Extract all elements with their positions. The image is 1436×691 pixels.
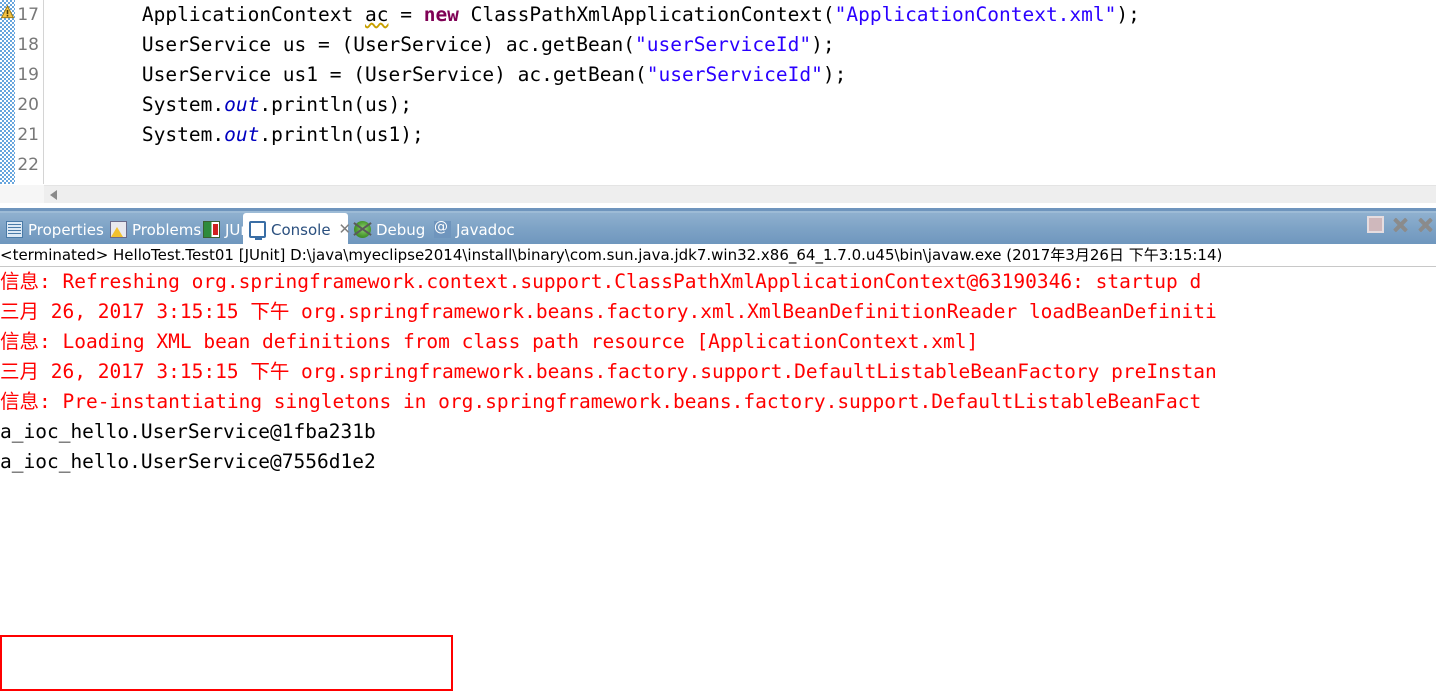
console-icon (249, 221, 266, 240)
tab-javadoc[interactable]: Javadoc (428, 213, 520, 246)
console-line: 信息: Refreshing org.springframework.conte… (0, 270, 1202, 293)
warning-marker-icon[interactable] (1, 5, 14, 19)
line-number: 21 (17, 125, 39, 145)
code-token: ApplicationContext (48, 3, 365, 26)
line-number: 19 (17, 65, 39, 85)
view-toolbar (1367, 216, 1434, 233)
tab-label: Javadoc (456, 220, 515, 239)
junit-icon (203, 221, 220, 238)
code-token: System. (48, 123, 225, 146)
code-line[interactable]: System.out.println(us1); (44, 120, 1436, 150)
problems-icon (110, 221, 127, 238)
tab-label: Properties (28, 220, 104, 239)
code-line[interactable] (44, 150, 1436, 180)
code-token: ); (822, 63, 847, 86)
highlight-annotation-box (0, 635, 453, 691)
tab-label: Problems (132, 220, 202, 239)
close-view-button[interactable] (1417, 216, 1434, 233)
bottom-view-panel: PropertiesProblemsJUnitConsole✕DebugJava… (0, 208, 1436, 691)
tab-debug[interactable]: Debug (348, 213, 428, 246)
editor-annotation-bar[interactable] (0, 0, 15, 184)
tab-console[interactable]: Console ✕ (243, 213, 351, 246)
console-view[interactable]: <terminated> HelloTest.Test01 [JUnit] D:… (0, 244, 1436, 508)
code-token: ClassPathXmlApplicationContext( (458, 3, 835, 26)
console-line: 信息: Pre-instantiating singletons in org.… (0, 390, 1202, 413)
editor-code-area[interactable]: ApplicationContext ac = new ClassPathXml… (44, 0, 1436, 184)
code-token: UserService us1 = (UserService) ac.getBe… (48, 63, 647, 86)
tab-properties[interactable]: Properties (0, 213, 104, 246)
code-token: UserService us = (UserService) ac.getBea… (48, 33, 635, 56)
editor-line-number-gutter: 17 18 19 20 21 22 (15, 0, 40, 184)
code-token: ac (364, 3, 389, 26)
code-line[interactable]: System.out.println(us); (44, 90, 1436, 120)
code-line[interactable]: UserService us1 = (UserService) ac.getBe… (44, 60, 1436, 90)
code-token: .println(us); (259, 93, 412, 116)
scroll-left-arrow-icon[interactable] (50, 190, 57, 200)
code-token: out (224, 93, 260, 116)
code-token: "ApplicationContext.xml" (834, 3, 1117, 26)
maximize-button[interactable] (1392, 216, 1409, 233)
console-output[interactable]: 信息: Refreshing org.springframework.conte… (0, 267, 1436, 508)
code-token: .println(us1); (259, 123, 424, 146)
console-line: 信息: Loading XML bean definitions from cl… (0, 330, 979, 353)
line-number: 22 (17, 155, 39, 175)
line-number: 20 (17, 95, 39, 115)
line-number: 17 (17, 5, 39, 25)
code-token: out (224, 123, 260, 146)
view-tab-bar: PropertiesProblemsJUnitConsole✕DebugJava… (0, 211, 1436, 246)
code-token: new (423, 3, 459, 26)
minimize-button[interactable] (1367, 216, 1384, 233)
code-token: "userServiceId" (635, 33, 812, 56)
properties-icon (6, 221, 23, 238)
console-status-line: <terminated> HelloTest.Test01 [JUnit] D:… (0, 246, 1223, 264)
console-line: a_ioc_hello.UserService@7556d1e2 (0, 450, 376, 473)
code-editor[interactable]: 17 18 19 20 21 22 ApplicationContext ac = new… (0, 0, 1436, 212)
tab-label: Console (271, 220, 331, 239)
line-number: 18 (17, 35, 39, 55)
editor-corner-filler (0, 185, 44, 203)
tab-problems[interactable]: Problems (104, 213, 201, 246)
code-line[interactable]: UserService us = (UserService) ac.getBea… (44, 30, 1436, 60)
editor-horizontal-scrollbar[interactable] (44, 185, 1436, 204)
code-token: "userServiceId" (646, 63, 823, 86)
code-token: System. (48, 93, 225, 116)
code-line[interactable]: ApplicationContext ac = new ClassPathXml… (44, 0, 1436, 30)
code-token: ); (1116, 3, 1140, 26)
tab-label: Debug (376, 220, 426, 239)
javadoc-icon (434, 219, 451, 238)
code-token: ); (811, 33, 835, 56)
code-token: = (388, 3, 424, 26)
console-line: 三月 26, 2017 3:15:15 下午 org.springframewo… (0, 300, 1217, 323)
console-line: a_ioc_hello.UserService@1fba231b (0, 420, 376, 443)
debug-icon (354, 221, 371, 238)
console-line: 三月 26, 2017 3:15:15 下午 org.springframewo… (0, 360, 1217, 383)
